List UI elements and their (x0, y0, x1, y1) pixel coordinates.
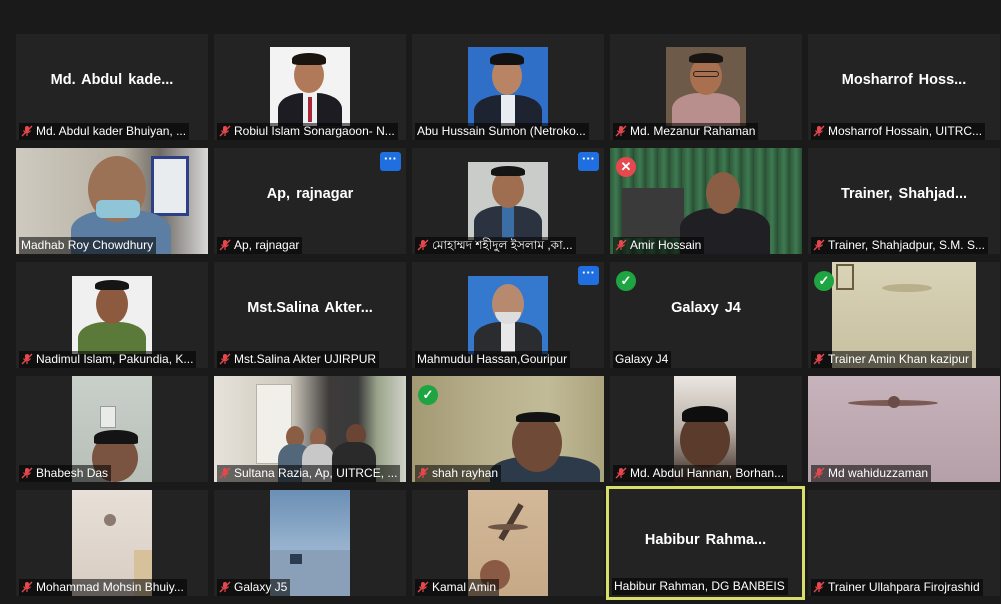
participant-caption: Trainer, Shahjadpur, S.M. S... (811, 237, 988, 254)
mic-muted-icon (417, 467, 429, 479)
gallery-view: Md. Abdul kade... Md. Abdul kader Bhuiya… (0, 0, 1001, 604)
profile-photo (72, 276, 152, 354)
mic-muted-icon (21, 581, 33, 593)
mic-muted-icon (21, 467, 33, 479)
participant-caption: Abu Hussain Sumon (Netroko... (415, 123, 589, 140)
profile-photo (468, 162, 548, 240)
mic-muted-icon (615, 125, 627, 137)
active-speaker-tile[interactable]: Habibur Rahma... Habibur Rahman, DG BANB… (606, 486, 805, 600)
mic-muted-icon (21, 353, 33, 365)
remove-icon: ✕ (616, 157, 636, 177)
mic-muted-icon (21, 125, 33, 137)
participant-tile[interactable]: Kamal Amin (412, 490, 604, 596)
participant-caption: Mohammad Mohsin Bhuiy... (19, 579, 187, 596)
participant-tile[interactable]: ··· Mahmudul Hassan,Gouripur (412, 262, 604, 368)
mic-muted-icon (813, 353, 825, 365)
mic-muted-icon (219, 353, 231, 365)
participant-tile[interactable]: Trainer Ullahpara Firojrashid (808, 490, 1000, 596)
participant-caption: Md. Abdul kader Bhuiyan, ... (19, 123, 190, 140)
mic-muted-icon (219, 467, 231, 479)
participant-tile[interactable]: Robiul Islam Sonargaoon- N... (214, 34, 406, 140)
profile-photo (666, 47, 746, 126)
checkmark-icon: ✓ (814, 271, 834, 291)
participant-tile[interactable]: Madhab Roy Chowdhury (16, 148, 208, 254)
participant-tile[interactable]: ··· Ap, rajnagar Ap, rajnagar (214, 148, 406, 254)
participant-tile[interactable]: Mohammad Mohsin Bhuiy... (16, 490, 208, 596)
participant-caption: Bhabesh Das (19, 465, 112, 482)
participant-caption: Nadimul Islam, Pakundia, K... (19, 351, 197, 368)
more-options-button[interactable]: ··· (380, 152, 401, 171)
participant-caption: Ap, rajnagar (217, 237, 303, 254)
participant-caption: Galaxy J4 (613, 351, 672, 368)
mic-muted-icon (813, 239, 825, 251)
participant-caption: Mahmudul Hassan,Gouripur (415, 351, 571, 368)
participant-display-name: Ap, rajnagar (266, 186, 354, 202)
mic-muted-icon (813, 581, 825, 593)
participant-tile[interactable]: Mst.Salina Akter... Mst.Salina Akter UJI… (214, 262, 406, 368)
participant-tile[interactable]: Trainer, Shahjad... Trainer, Shahjadpur,… (808, 148, 1000, 254)
mic-muted-icon (813, 125, 825, 137)
profile-photo (270, 47, 350, 126)
participant-display-name: Mst.Salina Akter... (247, 300, 373, 316)
participant-tile[interactable]: ··· মোহাম্মদ শহীদুল ইসলাম ,কা... (412, 148, 604, 254)
participant-tile[interactable]: Galaxy J5 (214, 490, 406, 596)
mic-muted-icon (813, 467, 825, 479)
participant-caption: Md wahiduzzaman (811, 465, 932, 482)
participant-caption: Habibur Rahman, DG BANBEIS (612, 578, 788, 595)
participant-tile[interactable]: Nadimul Islam, Pakundia, K... (16, 262, 208, 368)
participant-display-name: Md. Abdul kade... (50, 72, 174, 88)
more-options-button[interactable]: ··· (578, 152, 599, 171)
participant-display-name: Mosharrof Hoss... (841, 72, 967, 88)
participant-caption: মোহাম্মদ শহীদুল ইসলাম ,কা... (415, 237, 576, 254)
participant-display-name: Trainer, Shahjad... (840, 186, 968, 202)
mic-muted-icon (219, 239, 231, 251)
participant-caption: Kamal Amin (415, 579, 500, 596)
participant-caption: Robiul Islam Sonargaoon- N... (217, 123, 398, 140)
participant-tile[interactable]: ✓ shah rayhan (412, 376, 604, 482)
participant-tile[interactable]: Md. Mezanur Rahaman (610, 34, 802, 140)
participant-tile[interactable]: Md. Abdul kade... Md. Abdul kader Bhuiya… (16, 34, 208, 140)
participant-caption: Trainer Ullahpara Firojrashid (811, 579, 983, 596)
mic-muted-icon (615, 239, 627, 251)
participant-tile[interactable]: Abu Hussain Sumon (Netroko... (412, 34, 604, 140)
participant-caption: Mst.Salina Akter UJIRPUR (217, 351, 380, 368)
mic-muted-icon (219, 125, 231, 137)
participant-caption: shah rayhan (415, 465, 502, 482)
mic-muted-icon (219, 581, 231, 593)
participant-caption: Trainer Amin Khan kazipur (811, 351, 972, 368)
participant-caption: Madhab Roy Chowdhury (19, 237, 157, 254)
participant-caption: Md. Abdul Hannan, Borhan... (613, 465, 788, 482)
participant-tile[interactable]: Bhabesh Das (16, 376, 208, 482)
mic-muted-icon (417, 581, 429, 593)
more-options-button[interactable]: ··· (578, 266, 599, 285)
participant-tile[interactable]: Md. Abdul Hannan, Borhan... (610, 376, 802, 482)
profile-photo (468, 276, 548, 354)
participant-caption: Mosharrof Hossain, UITRC... (811, 123, 986, 140)
participant-display-name: Habibur Rahma... (644, 532, 767, 548)
mic-muted-icon (615, 467, 627, 479)
participant-tile[interactable]: Mosharrof Hoss... Mosharrof Hossain, UIT… (808, 34, 1000, 140)
participant-caption: Galaxy J5 (217, 579, 291, 596)
participant-display-name: Galaxy J4 (671, 300, 741, 316)
participant-tile[interactable]: Sultana Razia, Ap, UITRCE, ... (214, 376, 406, 482)
participant-caption: Md. Mezanur Rahaman (613, 123, 759, 140)
participant-caption: Amir Hossain (613, 237, 705, 254)
profile-photo (468, 47, 548, 126)
checkmark-icon: ✓ (616, 271, 636, 291)
checkmark-icon: ✓ (418, 385, 438, 405)
participant-tile[interactable]: Md wahiduzzaman (808, 376, 1000, 482)
participant-tile[interactable]: ✕ Amir Hossain (610, 148, 802, 254)
participant-caption: Sultana Razia, Ap, UITRCE, ... (217, 465, 401, 482)
participant-tile[interactable]: ✓ Galaxy J4 Galaxy J4 (610, 262, 802, 368)
participant-tile[interactable]: ✓ Trainer Amin Khan kazipur (808, 262, 1000, 368)
mic-muted-icon (417, 239, 429, 251)
